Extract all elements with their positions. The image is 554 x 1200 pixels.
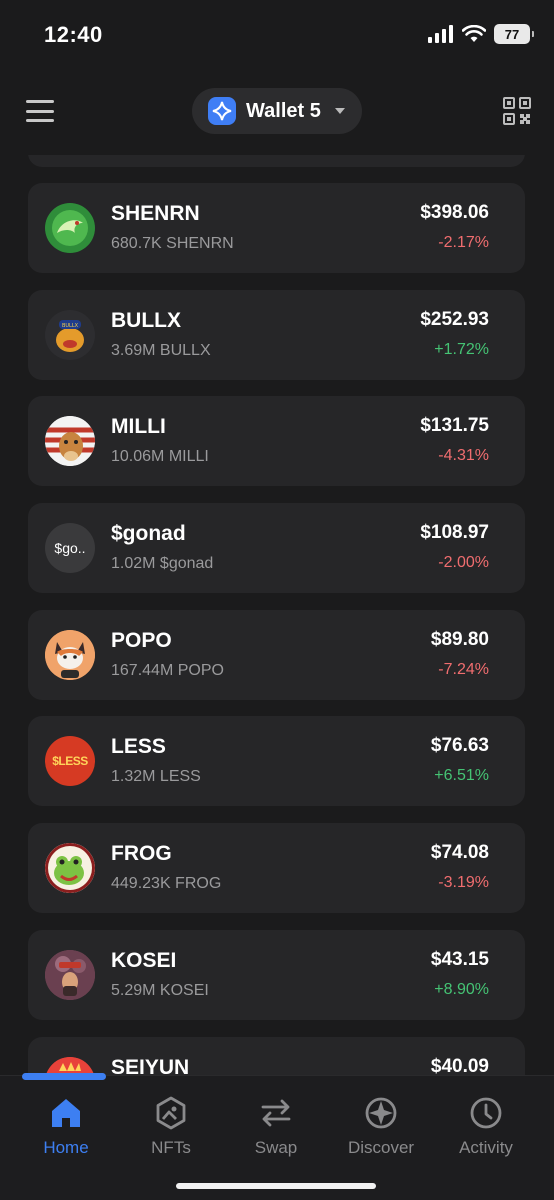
token-balance: 10.06M MILLI: [111, 448, 209, 465]
active-tab-indicator: [22, 1073, 106, 1080]
token-value: $131.75: [420, 415, 489, 436]
tab-discover-label: Discover: [347, 1138, 415, 1157]
token-change: +6.51%: [434, 767, 489, 784]
token-card-frog[interactable]: FROG 449.23K FROG $74.08 -3.19%: [28, 823, 525, 913]
bull-avatar: BULLX: [45, 310, 95, 360]
tab-activity-label: Activity: [459, 1138, 513, 1157]
swap-icon: [259, 1096, 293, 1130]
token-card-seiyun[interactable]: SEIYUN $40.09: [28, 1037, 525, 1075]
wallet-screen: 12:40 77 Wallet 5 SHENRN 680.7K SHENRN $…: [0, 0, 554, 1200]
chevron-down-icon: [334, 108, 345, 114]
compass-icon: [364, 1096, 398, 1130]
text-avatar: $go..: [45, 523, 95, 573]
fox-avatar: [45, 630, 95, 680]
token-card-partial[interactable]: [28, 155, 525, 167]
token-name: KOSEI: [111, 949, 177, 972]
token-list[interactable]: SHENRN 680.7K SHENRN $398.06 -2.17% BULL…: [0, 155, 554, 1075]
tab-activity[interactable]: Activity: [434, 1096, 538, 1166]
header: Wallet 5: [0, 88, 554, 136]
token-name: SHENRN: [111, 202, 200, 225]
token-value: $252.93: [420, 309, 489, 330]
nft-icon: [154, 1096, 188, 1130]
token-name: SEIYUN: [111, 1056, 190, 1075]
token-name: BULLX: [111, 309, 181, 332]
cellular-signal-icon: [428, 25, 453, 43]
token-value: $108.97: [420, 522, 489, 543]
avatar-text: $go..: [54, 540, 86, 556]
token-change: -4.31%: [438, 447, 489, 464]
token-card-less[interactable]: $LESS LESS 1.32M LESS $76.63 +6.51%: [28, 716, 525, 806]
token-balance: 1.02M $gonad: [111, 555, 214, 572]
token-change: -2.17%: [438, 234, 489, 251]
bottom-nav: Home NFTs Swap Discover Activity: [0, 1073, 554, 1200]
token-change: +1.72%: [434, 341, 489, 358]
token-name: MILLI: [111, 415, 166, 438]
token-value: $43.15: [430, 949, 489, 970]
tab-home-label: Home: [43, 1138, 89, 1157]
token-card-bullx[interactable]: BULLX BULLX 3.69M BULLX $252.93 +1.72%: [28, 290, 525, 380]
token-value: $40.09: [430, 1056, 489, 1075]
token-card-shenrn[interactable]: SHENRN 680.7K SHENRN $398.06 -2.17%: [28, 183, 525, 273]
token-balance: 167.44M POPO: [111, 662, 224, 679]
home-icon: [49, 1096, 83, 1130]
tab-home[interactable]: Home: [14, 1096, 118, 1166]
token-card-gonad[interactable]: $go.. $gonad 1.02M $gonad $108.97 -2.00%: [28, 503, 525, 593]
tab-discover[interactable]: Discover: [329, 1096, 433, 1166]
tab-nfts[interactable]: NFTs: [119, 1096, 223, 1166]
wallet-selector[interactable]: Wallet 5: [192, 88, 362, 134]
wifi-icon: [462, 25, 486, 42]
token-change: -2.00%: [438, 554, 489, 571]
status-icons: 77: [428, 24, 534, 44]
wallet-logo-icon: [208, 97, 236, 125]
status-bar: 12:40 77: [0, 0, 554, 70]
token-balance: 449.23K FROG: [111, 875, 222, 892]
token-name: POPO: [111, 629, 172, 652]
token-value: $74.08: [430, 842, 489, 863]
menu-button[interactable]: [26, 100, 54, 122]
token-name: FROG: [111, 842, 172, 865]
svg-text:BULLX: BULLX: [62, 323, 79, 329]
battery-indicator: 77: [494, 24, 534, 44]
token-value: $89.80: [430, 629, 489, 650]
avatar-text: $LESS: [52, 754, 88, 768]
token-value: $76.63: [430, 735, 489, 756]
wallet-name: Wallet 5: [246, 99, 321, 122]
clock-icon: [469, 1096, 503, 1130]
token-name: $gonad: [111, 522, 186, 545]
tab-swap-label: Swap: [254, 1138, 298, 1157]
token-name: LESS: [111, 735, 166, 758]
status-time: 12:40: [44, 22, 103, 47]
menu-line: [26, 100, 54, 103]
token-card-popo[interactable]: POPO 167.44M POPO $89.80 -7.24%: [28, 610, 525, 700]
less-logo-avatar: $LESS: [45, 736, 95, 786]
tab-nfts-label: NFTs: [151, 1138, 191, 1157]
menu-line: [26, 119, 54, 122]
dragon-avatar: [45, 203, 95, 253]
menu-line: [26, 109, 54, 113]
token-change: +8.90%: [434, 981, 489, 998]
token-balance: 3.69M BULLX: [111, 342, 211, 359]
dog-avatar: [45, 416, 95, 466]
token-balance: 5.29M KOSEI: [111, 982, 209, 999]
frog-avatar: [45, 843, 95, 893]
character-avatar: [45, 950, 95, 1000]
token-value: $398.06: [420, 202, 489, 223]
home-indicator[interactable]: [176, 1183, 376, 1189]
token-card-milli[interactable]: MILLI 10.06M MILLI $131.75 -4.31%: [28, 396, 525, 486]
token-balance: 680.7K SHENRN: [111, 235, 234, 252]
token-change: -7.24%: [438, 661, 489, 678]
token-change: -3.19%: [438, 874, 489, 891]
tab-swap[interactable]: Swap: [224, 1096, 328, 1166]
qr-scan-icon[interactable]: [502, 96, 532, 126]
token-balance: 1.32M LESS: [111, 768, 201, 785]
token-card-kosei[interactable]: KOSEI 5.29M KOSEI $43.15 +8.90%: [28, 930, 525, 1020]
